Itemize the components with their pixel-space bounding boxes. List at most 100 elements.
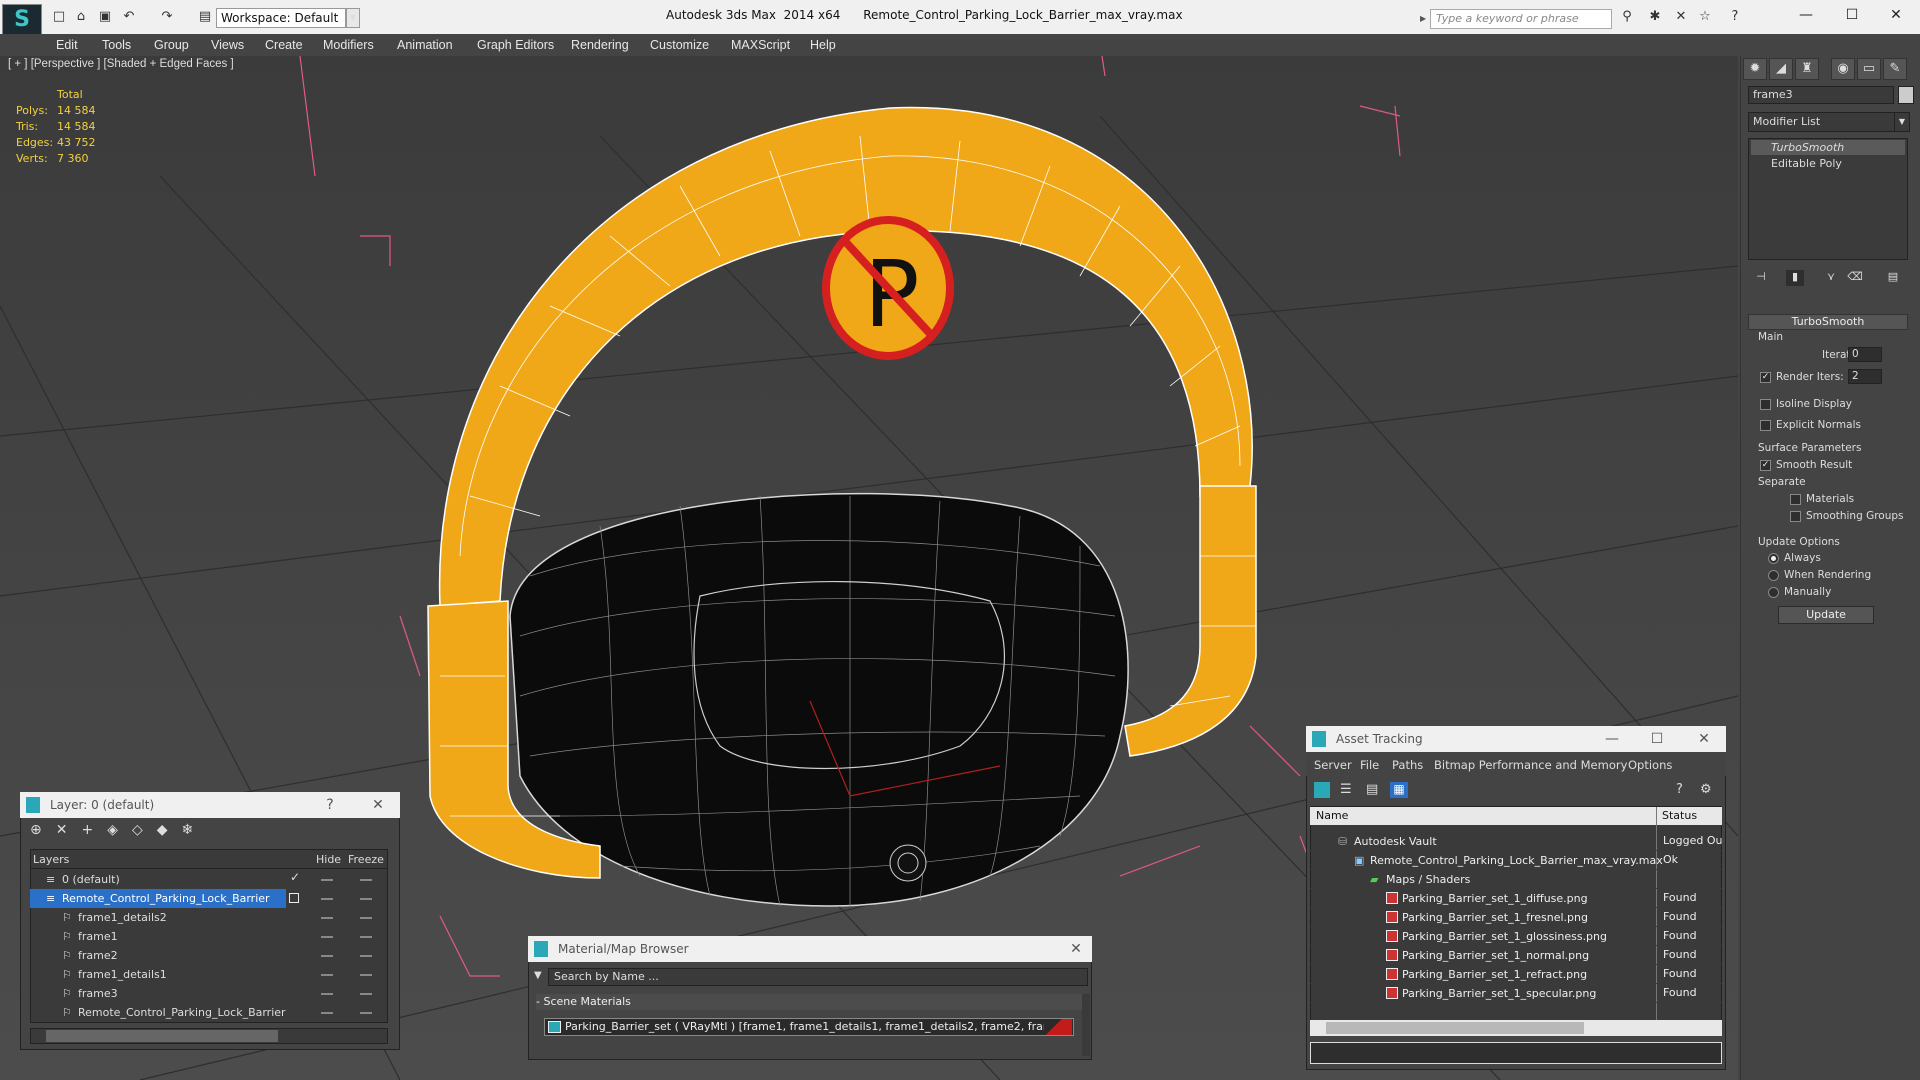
asset-close-button[interactable]: ✕ <box>1692 728 1716 750</box>
render-iters-checkbox[interactable]: ✓ <box>1760 372 1771 383</box>
make-unique-icon[interactable]: ⋎ <box>1822 270 1840 286</box>
material-browser-title[interactable]: Material/Map Browser <box>528 936 1092 962</box>
menu-views[interactable]: Views <box>211 34 244 56</box>
turbosmooth-rollout-header[interactable]: TurboSmooth <box>1748 314 1908 330</box>
freeze-toggle[interactable] <box>360 936 372 938</box>
name-column-header[interactable]: Name <box>1316 809 1348 822</box>
settings-help-icon[interactable]: ⚙ <box>1700 782 1712 797</box>
menu-graph-editors[interactable]: Graph Editors <box>477 34 554 56</box>
hide-all-icon[interactable]: ◆ <box>157 822 182 838</box>
freeze-all-icon[interactable]: ❄ <box>182 822 208 838</box>
motion-tab-icon[interactable]: ◉ <box>1831 58 1855 80</box>
asset-path-field[interactable] <box>1310 1042 1722 1064</box>
refresh-icon[interactable] <box>1314 782 1330 798</box>
browser-options-icon[interactable]: ▼ <box>534 970 542 981</box>
highlight-layer-icon[interactable]: ◇ <box>132 822 157 838</box>
menu-edit[interactable]: Edit <box>56 34 78 56</box>
close-button[interactable]: ✕ <box>1876 4 1916 26</box>
object-name-field[interactable]: frame3 <box>1748 86 1894 104</box>
save-file-icon[interactable]: ▣ <box>96 9 114 25</box>
create-layer-icon[interactable]: ⊕ <box>30 822 56 838</box>
asset-minimize-button[interactable]: — <box>1600 728 1624 750</box>
table-view-icon[interactable]: ▦ <box>1390 782 1408 798</box>
hide-toggle[interactable] <box>321 898 333 900</box>
add-to-layer-icon[interactable]: + <box>81 822 107 838</box>
search-input[interactable]: Type a keyword or phrase <box>1430 9 1612 29</box>
menu-group[interactable]: Group <box>154 34 189 56</box>
menu-create[interactable]: Create <box>265 34 303 56</box>
modify-tab-icon[interactable]: ◢ <box>1769 58 1793 80</box>
hide-toggle[interactable] <box>321 917 333 919</box>
asset-maximize-button[interactable]: ☐ <box>1645 728 1669 750</box>
update-button[interactable]: Update <box>1778 606 1874 624</box>
freeze-toggle[interactable] <box>360 879 372 881</box>
asset-menu-server[interactable]: Server <box>1314 758 1352 772</box>
delete-layer-icon[interactable]: ✕ <box>56 822 82 838</box>
remove-modifier-icon[interactable]: ⌫ <box>1846 270 1864 286</box>
list-view-icon[interactable]: ☰ <box>1340 782 1352 797</box>
freeze-toggle[interactable] <box>360 974 372 976</box>
project-folder-icon[interactable]: ▤ <box>196 9 214 25</box>
asset-row[interactable]: Parking_Barrier_set_1_glossiness.png <box>1310 927 1722 946</box>
stack-item-turbosmooth[interactable]: TurboSmooth <box>1751 140 1905 155</box>
binoculars-icon[interactable]: ⚲ <box>1618 9 1636 25</box>
open-file-icon[interactable]: ⌂ <box>72 9 90 25</box>
hide-toggle[interactable] <box>321 1012 333 1014</box>
asset-menu-paths[interactable]: Paths <box>1392 758 1423 772</box>
layer-scrollbar-thumb[interactable] <box>46 1030 278 1042</box>
chevron-down-icon[interactable]: ▼ <box>1894 112 1910 132</box>
asset-row[interactable]: ⛁ Autodesk Vault <box>1310 832 1722 851</box>
hide-toggle[interactable] <box>321 936 333 938</box>
create-tab-icon[interactable]: ✹ <box>1743 58 1767 80</box>
scene-materials-section[interactable]: - Scene Materials <box>536 994 1084 1010</box>
asset-menu-options[interactable]: Options <box>1628 758 1672 772</box>
asset-row[interactable]: Parking_Barrier_set_1_normal.png <box>1310 946 1722 965</box>
menu-tools[interactable]: Tools <box>102 34 131 56</box>
menu-animation[interactable]: Animation <box>397 34 453 56</box>
layers-column-header[interactable]: Layers <box>33 853 69 866</box>
configure-modifier-sets-icon[interactable]: ▤ <box>1884 270 1902 286</box>
active-layer-check-icon[interactable]: ✓ <box>290 870 300 884</box>
subscription-icon[interactable]: ✱ <box>1646 9 1664 25</box>
explicit-normals-checkbox[interactable] <box>1760 420 1771 431</box>
undo-icon[interactable]: ↶ <box>120 9 138 25</box>
iterations-spinner[interactable]: 0 <box>1848 347 1882 362</box>
app-logo-icon[interactable]: S <box>2 4 42 36</box>
smoothing-groups-checkbox[interactable] <box>1790 511 1801 522</box>
layer-row[interactable]: ≡ Remote_Control_Parking_Lock_Barrier <box>30 889 286 908</box>
object-color-swatch[interactable] <box>1898 86 1914 104</box>
freeze-toggle[interactable] <box>360 898 372 900</box>
search-expand-icon[interactable]: ▶ <box>1420 9 1430 29</box>
detail-view-icon[interactable]: ▤ <box>1366 782 1378 797</box>
modifier-list-dropdown[interactable]: Modifier List <box>1748 112 1908 132</box>
layer-help-button[interactable]: ? <box>318 794 342 816</box>
layer-window-title[interactable]: Layer: 0 (default) <box>20 792 400 818</box>
asset-menu-file[interactable]: File <box>1360 758 1379 772</box>
menu-rendering[interactable]: Rendering <box>571 34 629 56</box>
redo-icon[interactable]: ↷ <box>158 9 176 25</box>
always-radio[interactable] <box>1768 553 1779 564</box>
freeze-column-header[interactable]: Freeze <box>348 853 384 866</box>
smooth-result-checkbox[interactable]: ✓ <box>1760 460 1771 471</box>
freeze-toggle[interactable] <box>360 917 372 919</box>
layer-toolbar[interactable]: ⊕✕+◈◇◆❄ <box>30 822 207 838</box>
asset-row[interactable]: ▣ Remote_Control_Parking_Lock_Barrier_max… <box>1310 851 1722 870</box>
hide-toggle[interactable] <box>321 879 333 881</box>
materials-checkbox[interactable] <box>1790 494 1801 505</box>
menu-help[interactable]: Help <box>810 34 836 56</box>
manually-radio[interactable] <box>1768 587 1779 598</box>
set-current-layer-icon[interactable] <box>289 893 299 903</box>
display-tab-icon[interactable]: ▭ <box>1857 58 1881 80</box>
hide-toggle[interactable] <box>321 974 333 976</box>
hierarchy-tab-icon[interactable]: ♜ <box>1795 58 1819 80</box>
show-end-result-icon[interactable]: ▮ <box>1786 270 1804 286</box>
pin-stack-icon[interactable]: ⊣ <box>1752 270 1770 286</box>
chevron-down-icon[interactable]: ▼ <box>346 8 360 28</box>
maximize-button[interactable]: ☐ <box>1832 4 1872 26</box>
material-browser-close-button[interactable]: ✕ <box>1064 938 1088 960</box>
render-iters-spinner[interactable]: 2 <box>1848 369 1882 384</box>
asset-scrollbar-thumb[interactable] <box>1326 1022 1584 1034</box>
asset-row[interactable]: Parking_Barrier_set_1_fresnel.png <box>1310 908 1722 927</box>
layer-close-button[interactable]: ✕ <box>366 794 390 816</box>
material-browser-scrollbar[interactable] <box>1082 994 1090 1056</box>
